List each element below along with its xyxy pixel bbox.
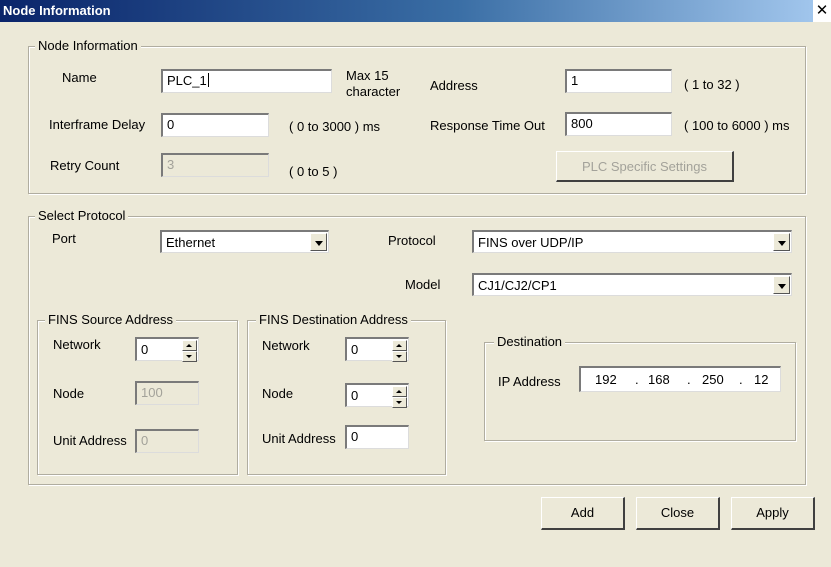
name-hint-line2: character [346,84,401,99]
model-dropdown-value: CJ1/CJ2/CP1 [478,278,557,293]
ip-dot: . [687,372,691,387]
dest-network-value: 0 [351,342,359,357]
fins-destination-group-label: FINS Destination Address [256,312,411,327]
dest-node-spinner[interactable]: 0 [345,383,409,408]
dest-unit-address-input[interactable]: 0 [345,425,409,449]
dest-network-spinner[interactable]: 0 [345,337,409,362]
ip-address-input[interactable]: 192 . 168 . 250 . 12 [579,366,781,392]
ip-octet-4[interactable]: 12 [754,372,768,387]
close-icon[interactable]: ✕ [813,0,831,22]
source-unit-address-label: Unit Address [53,433,127,448]
chevron-down-icon[interactable] [773,233,790,251]
dest-node-label: Node [262,386,294,401]
source-node-label: Node [53,386,85,401]
source-node-value: 100 [141,385,163,400]
dest-unit-address-label: Unit Address [262,431,336,446]
source-network-value: 0 [141,342,149,357]
source-network-label: Network [53,337,101,352]
port-dropdown[interactable]: Ethernet [160,230,329,253]
retry-count-value: 3 [167,157,175,172]
ip-dot: . [635,372,639,387]
name-input[interactable]: PLC_1 [161,69,332,93]
name-input-value: PLC_1 [167,73,207,88]
ip-dot: . [739,372,743,387]
address-input-value: 1 [571,73,579,88]
response-timeout-hint: ( 100 to 6000 ) ms [684,118,790,133]
ip-octet-1[interactable]: 192 [595,372,617,387]
chevron-down-icon[interactable] [773,276,790,294]
address-input[interactable]: 1 [565,69,672,93]
destination-group-label: Destination [494,334,566,349]
spin-down-icon[interactable] [392,397,407,408]
spin-down-icon[interactable] [182,351,197,362]
dest-unit-address-value: 0 [351,429,359,444]
title-bar[interactable]: Node Information ✕ [0,0,831,22]
select-protocol-group-label: Select Protocol [35,208,129,223]
model-dropdown[interactable]: CJ1/CJ2/CP1 [472,273,792,296]
source-network-spinner[interactable]: 0 [135,337,199,362]
protocol-dropdown[interactable]: FINS over UDP/IP [472,230,792,253]
node-information-dialog: Node Information ✕ Node Information Name… [0,0,831,567]
spin-up-icon[interactable] [182,340,197,351]
ip-octet-2[interactable]: 168 [648,372,670,387]
window-title: Node Information [3,3,111,18]
close-button[interactable]: Close [636,497,720,530]
response-timeout-label: Response Time Out [430,118,545,133]
response-timeout-value: 800 [571,116,593,131]
spin-up-icon[interactable] [392,386,407,397]
protocol-label: Protocol [388,233,436,248]
text-cursor [207,73,209,87]
spin-up-icon[interactable] [392,340,407,351]
dest-network-label: Network [262,338,310,353]
interframe-delay-value: 0 [167,117,175,132]
address-hint: ( 1 to 32 ) [684,77,740,92]
retry-count-label: Retry Count [50,158,120,173]
add-button[interactable]: Add [541,497,625,530]
port-dropdown-value: Ethernet [166,235,216,250]
fins-source-group-label: FINS Source Address [45,312,176,327]
plc-specific-settings-button: PLC Specific Settings [556,151,734,182]
protocol-dropdown-value: FINS over UDP/IP [478,235,584,250]
ip-address-label: IP Address [498,374,561,389]
ip-octet-3[interactable]: 250 [702,372,724,387]
interframe-delay-label: Interframe Delay [49,117,146,132]
node-information-group-label: Node Information [35,38,141,53]
address-label: Address [430,78,478,93]
model-label: Model [405,277,441,292]
source-unit-address-input: 0 [135,429,199,453]
port-label: Port [52,231,76,246]
source-unit-address-value: 0 [141,433,149,448]
name-label: Name [62,70,97,85]
retry-count-input: 3 [161,153,269,177]
interframe-delay-input[interactable]: 0 [161,113,269,137]
interframe-delay-hint: ( 0 to 3000 ) ms [289,119,381,134]
spin-down-icon[interactable] [392,351,407,362]
apply-button[interactable]: Apply [731,497,815,530]
chevron-down-icon[interactable] [310,233,327,251]
retry-count-hint: ( 0 to 5 ) [289,164,338,179]
name-hint-line1: Max 15 [346,68,389,83]
source-node-input: 100 [135,381,199,405]
response-timeout-input[interactable]: 800 [565,112,672,136]
dest-node-value: 0 [351,388,359,403]
